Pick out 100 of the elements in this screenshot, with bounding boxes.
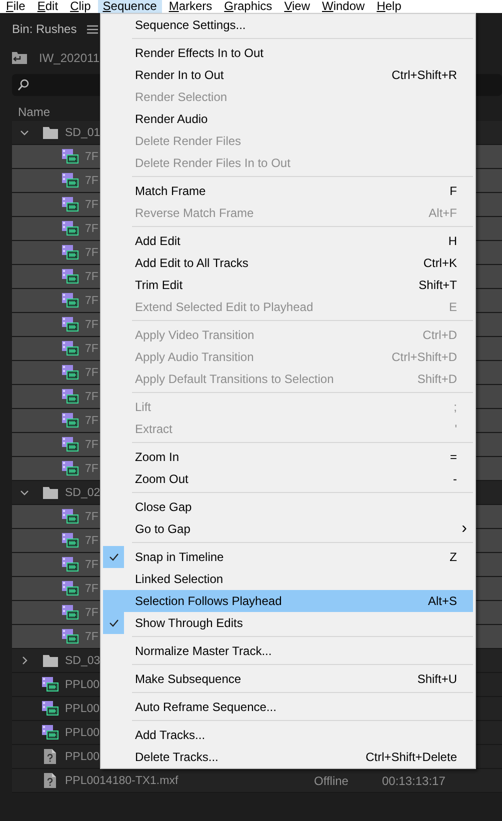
shortcut-text: Alt+F <box>428 206 457 220</box>
menu-bar-item[interactable]: Sequence <box>98 0 162 13</box>
parent-folder-icon[interactable] <box>12 52 27 64</box>
clip-name: 7F <box>85 366 98 378</box>
shortcut-text: = <box>450 450 457 464</box>
shortcut-text: Ctrl+Shift+Delete <box>366 750 457 764</box>
clip-name: 7F <box>85 390 98 402</box>
shortcut-text: F <box>450 184 457 198</box>
menu-bar-item[interactable]: Clip <box>65 0 96 13</box>
shortcut-text: Shift+D <box>417 372 457 386</box>
clip-name: PPL00 <box>65 702 100 714</box>
menu-item[interactable]: Sequence Settings... <box>103 14 473 36</box>
column-header[interactable]: Name <box>18 105 50 119</box>
bin-path: IW_202011 <box>39 51 100 65</box>
folder-icon <box>42 486 58 498</box>
clip-name: 7F <box>85 294 98 306</box>
clip-icon <box>62 557 78 572</box>
clip-name: 7F <box>85 534 98 546</box>
bin-row[interactable]: PPL0014180-TX1.mxf Offline 00:13:13:17 <box>12 769 502 793</box>
shortcut-text: ; <box>454 400 457 414</box>
shortcut-text: Shift+T <box>418 278 457 292</box>
menu-item[interactable]: Normalize Master Track... <box>103 640 473 662</box>
panel-title: Bin: Rushes <box>12 22 77 36</box>
shortcut-text: Ctrl+D <box>422 328 457 342</box>
menu-item[interactable]: Close Gap <box>103 496 473 518</box>
status-text: Offline <box>314 774 348 788</box>
clip-icon <box>62 605 78 620</box>
menu-item[interactable]: Auto Reframe Sequence... <box>103 696 473 718</box>
clip-icon <box>62 461 78 476</box>
clip-name: 7F <box>85 558 98 570</box>
menu-item[interactable]: Add Tracks... <box>103 724 473 746</box>
menu-item[interactable]: Zoom Out - <box>103 468 473 490</box>
folder-name: SD_03 <box>65 654 100 666</box>
shortcut-text: Ctrl+Shift+D <box>392 350 457 364</box>
clip-icon <box>62 509 78 524</box>
search-icon <box>18 79 29 91</box>
clip-name: 7F <box>85 582 98 594</box>
clip-name: 7F <box>85 606 98 618</box>
shortcut-text: H <box>448 234 457 248</box>
menu-item[interactable]: Delete Tracks... Ctrl+Shift+Delete <box>103 746 473 768</box>
menu-item[interactable]: Render Effects In to Out <box>103 42 473 64</box>
shortcut-text: Alt+S <box>428 594 457 608</box>
clip-icon <box>42 677 58 692</box>
submenu-arrow: › <box>462 520 467 538</box>
menu-item[interactable]: Show Through Edits <box>103 612 473 634</box>
chevron-down-icon[interactable] <box>20 128 28 137</box>
clip-name: 7F <box>85 270 98 282</box>
menu-item[interactable]: Trim Edit Shift+T <box>103 274 473 296</box>
menu-bar-item[interactable]: View <box>279 0 315 13</box>
clip-name: 7F <box>85 198 98 210</box>
clip-name: 7F <box>85 246 98 258</box>
menu-item[interactable]: Match Frame F <box>103 180 473 202</box>
menu-item[interactable]: Selection Follows Playhead Alt+S <box>103 590 473 612</box>
chevron-right-icon[interactable] <box>20 656 28 665</box>
shortcut-text: Shift+U <box>417 672 457 686</box>
shortcut-text: E <box>448 300 457 314</box>
menu-item[interactable]: Snap in Timeline Z <box>103 546 473 568</box>
menu-item[interactable]: Linked Selection <box>103 568 473 590</box>
folder-name: SD_02 <box>65 486 100 498</box>
menu-bar-item[interactable]: Graphics <box>219 0 278 13</box>
missing-file-icon <box>44 773 56 788</box>
folder-icon <box>42 654 58 666</box>
clip-icon <box>62 437 78 452</box>
menu-item[interactable]: Make Subsequence Shift+U <box>103 668 473 690</box>
clip-name: 7F <box>85 342 98 354</box>
clip-name: 7F <box>85 630 98 642</box>
clip-name: 7F <box>85 150 98 162</box>
chevron-down-icon[interactable] <box>20 488 28 497</box>
clip-icon <box>62 581 78 596</box>
clip-icon <box>62 221 78 236</box>
menu-icon[interactable] <box>86 24 98 34</box>
menu-bar-item[interactable]: Markers <box>164 0 218 13</box>
menu-item[interactable]: Add Edit H <box>103 230 473 252</box>
shortcut-text: Z <box>450 550 457 564</box>
clip-name: PPL00 <box>65 726 100 738</box>
clip-icon <box>62 365 78 380</box>
clip-name: 7F <box>85 510 98 522</box>
menu-item[interactable]: Go to Gap › <box>103 518 473 540</box>
shortcut-text: ' <box>454 422 457 436</box>
clip-icon <box>62 173 78 188</box>
menu-bar-item[interactable]: Help <box>372 0 406 13</box>
menu-item[interactable]: Zoom In = <box>103 446 473 468</box>
menu-bar-item[interactable]: File <box>1 0 30 13</box>
clip-name: PPL00 <box>65 750 100 762</box>
clip-name: 7F <box>85 414 98 426</box>
menu-bar-item[interactable]: Window <box>317 0 370 13</box>
clip-name: PPL00 <box>65 678 100 690</box>
shortcut-text: - <box>453 472 457 486</box>
menu-item[interactable]: Add Edit to All Tracks Ctrl+K <box>103 252 473 274</box>
clip-icon <box>62 533 78 548</box>
menu-item[interactable]: Render Audio <box>103 108 473 130</box>
menu-bar-item[interactable]: Edit <box>32 0 64 13</box>
shortcut-text: Ctrl+K <box>423 256 457 270</box>
menu-item[interactable]: Render In to Out Ctrl+Shift+R <box>103 64 473 86</box>
clip-name: 7F <box>85 438 98 450</box>
clip-name: 7F <box>85 174 98 186</box>
clip-name: PPL0014180-TX1.mxf <box>65 774 178 786</box>
shortcut-text: Ctrl+Shift+R <box>392 68 457 82</box>
folder-name: SD_01 <box>65 126 100 138</box>
duration-text: 00:13:13:17 <box>382 774 446 788</box>
